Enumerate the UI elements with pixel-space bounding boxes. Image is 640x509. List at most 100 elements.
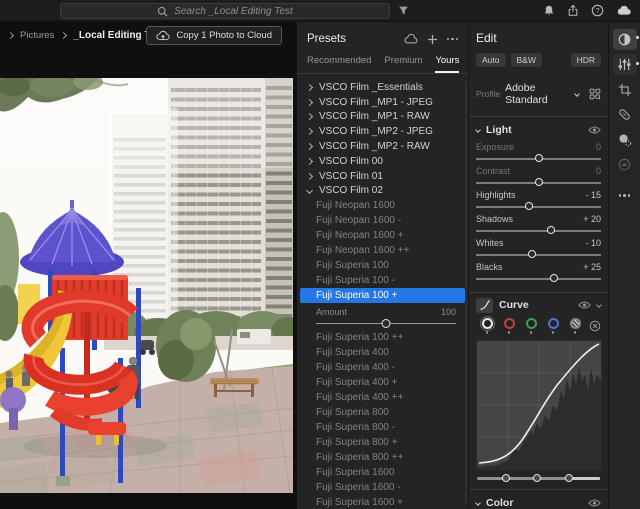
- preset-item[interactable]: Fuji Superia 800 -: [297, 420, 468, 435]
- tab-yours[interactable]: Yours: [435, 48, 459, 73]
- preset-item[interactable]: Fuji Superia 1600 +: [297, 495, 468, 509]
- channel-modified-dot: [574, 331, 577, 334]
- profile-label: Profile: [476, 89, 500, 99]
- copy-to-cloud-button[interactable]: Copy 1 Photo to Cloud: [146, 26, 282, 45]
- share-icon[interactable]: [567, 4, 579, 17]
- slider-track[interactable]: [476, 273, 601, 285]
- slider-value: 0: [596, 142, 601, 152]
- channel-point-curve[interactable]: [564, 318, 586, 334]
- more-options-icon[interactable]: [447, 38, 459, 41]
- presets-scrollbar[interactable]: [465, 82, 467, 503]
- search-input[interactable]: Search _Local Editing Test: [60, 3, 390, 19]
- preset-item[interactable]: Fuji Superia 100: [297, 258, 468, 273]
- edit-sliders-icon[interactable]: [613, 29, 637, 50]
- presets-panel: Presets RecommendedPremiumYours VSCO Fil…: [296, 22, 468, 509]
- preset-item[interactable]: Fuji Superia 400 -: [297, 360, 468, 375]
- slider-handle[interactable]: [550, 274, 558, 282]
- preset-folder-label: VSCO Film _MP2 - RAW: [319, 141, 430, 152]
- chevron-right-icon: [306, 173, 313, 180]
- add-preset-icon[interactable]: [427, 34, 438, 45]
- preset-item[interactable]: Fuji Neopan 1600 +: [297, 228, 468, 243]
- slider-highlights: Highlights- 15: [476, 190, 601, 214]
- slider-handle[interactable]: [547, 226, 555, 234]
- profile-browse-icon[interactable]: [589, 87, 601, 101]
- light-section-header[interactable]: Light: [476, 117, 601, 142]
- photo-playground[interactable]: [0, 78, 293, 493]
- eye-icon[interactable]: [578, 300, 591, 310]
- preset-folder[interactable]: VSCO Film _MP1 - RAW: [297, 110, 468, 125]
- region-handle[interactable]: [533, 474, 541, 482]
- preset-sync-cloud-icon[interactable]: [404, 34, 418, 45]
- bw-button[interactable]: B&W: [511, 53, 542, 67]
- preset-item[interactable]: Fuji Superia 800 ++: [297, 450, 468, 465]
- preset-item-selected[interactable]: Fuji Superia 100 +: [300, 288, 465, 303]
- slider-track[interactable]: [476, 153, 601, 165]
- preset-item[interactable]: Fuji Superia 400 ++: [297, 390, 468, 405]
- preset-item[interactable]: Fuji Neopan 1600 -: [297, 213, 468, 228]
- preset-item[interactable]: Fuji Superia 800: [297, 405, 468, 420]
- breadcrumb-root[interactable]: Pictures: [20, 30, 54, 41]
- tab-premium[interactable]: Premium: [384, 48, 422, 73]
- slider-track[interactable]: [476, 201, 601, 213]
- preset-item[interactable]: Fuji Superia 100 -: [297, 273, 468, 288]
- curve-region-slider[interactable]: [476, 473, 601, 484]
- eye-icon[interactable]: [588, 498, 601, 508]
- preset-item[interactable]: Fuji Neopan 1600 ++: [297, 243, 468, 258]
- preset-item[interactable]: Fuji Neopan 1600: [297, 198, 468, 213]
- filter-icon[interactable]: [398, 5, 409, 16]
- crop-icon[interactable]: [613, 79, 637, 100]
- slider-handle[interactable]: [525, 202, 533, 210]
- profile-row[interactable]: Profile Adobe Standard: [476, 82, 601, 106]
- region-handle[interactable]: [502, 474, 510, 482]
- eye-icon[interactable]: [588, 125, 601, 135]
- preset-item[interactable]: Fuji Superia 100 ++: [297, 330, 468, 345]
- more-tools-icon[interactable]: [613, 185, 637, 206]
- curve-reset-icon[interactable]: [589, 318, 601, 337]
- cloud-icon[interactable]: [616, 4, 632, 17]
- curve-section-header[interactable]: Curve: [476, 293, 601, 317]
- color-mixer-icon[interactable]: [613, 54, 637, 75]
- healing-icon[interactable]: [613, 104, 637, 125]
- channel-red[interactable]: [498, 318, 520, 334]
- region-bright-segment: [569, 477, 601, 480]
- edit-title: Edit: [476, 31, 601, 45]
- chevron-down-icon: [596, 302, 602, 308]
- channel-green[interactable]: [520, 318, 542, 334]
- preset-item[interactable]: Fuji Superia 400 +: [297, 375, 468, 390]
- preset-folder-label: VSCO Film 01: [319, 171, 383, 182]
- tone-curve[interactable]: [476, 340, 602, 470]
- slider-handle[interactable]: [528, 250, 536, 258]
- preset-item[interactable]: Fuji Superia 1600: [297, 465, 468, 480]
- search-icon: [157, 6, 168, 17]
- slider-track[interactable]: [476, 177, 601, 189]
- bell-icon[interactable]: [543, 4, 555, 17]
- preset-folder[interactable]: VSCO Film _Essentials: [297, 80, 468, 95]
- curve-channels: [476, 318, 601, 340]
- tab-recommended[interactable]: Recommended: [307, 48, 371, 73]
- color-section-header[interactable]: Color: [476, 490, 601, 509]
- preset-folder[interactable]: VSCO Film _MP1 - JPEG: [297, 95, 468, 110]
- preset-item[interactable]: Fuji Superia 400: [297, 345, 468, 360]
- channel-luminance[interactable]: [476, 318, 498, 334]
- preset-item[interactable]: Fuji Superia 800 +: [297, 435, 468, 450]
- amount-slider-handle[interactable]: [382, 319, 391, 328]
- preset-item[interactable]: Fuji Superia 1600 -: [297, 480, 468, 495]
- masking-icon[interactable]: [613, 129, 637, 150]
- curve-icon[interactable]: [476, 298, 493, 313]
- preset-folder[interactable]: VSCO Film 02: [297, 184, 468, 199]
- region-handle[interactable]: [565, 474, 573, 482]
- preset-folder[interactable]: VSCO Film 00: [297, 154, 468, 169]
- slider-handle[interactable]: [535, 178, 543, 186]
- lens-blur-icon[interactable]: [613, 154, 637, 175]
- help-icon[interactable]: ?: [591, 4, 604, 17]
- channel-blue[interactable]: [542, 318, 564, 334]
- preset-folder[interactable]: VSCO Film _MP2 - RAW: [297, 139, 468, 154]
- slider-track[interactable]: [476, 225, 601, 237]
- auto-button[interactable]: Auto: [476, 53, 506, 67]
- hdr-button[interactable]: HDR: [571, 53, 601, 67]
- preset-folder[interactable]: VSCO Film 01: [297, 169, 468, 184]
- amount-slider[interactable]: [316, 317, 456, 329]
- slider-track[interactable]: [476, 249, 601, 261]
- preset-folder[interactable]: VSCO Film _MP2 - JPEG: [297, 124, 468, 139]
- slider-handle[interactable]: [535, 154, 543, 162]
